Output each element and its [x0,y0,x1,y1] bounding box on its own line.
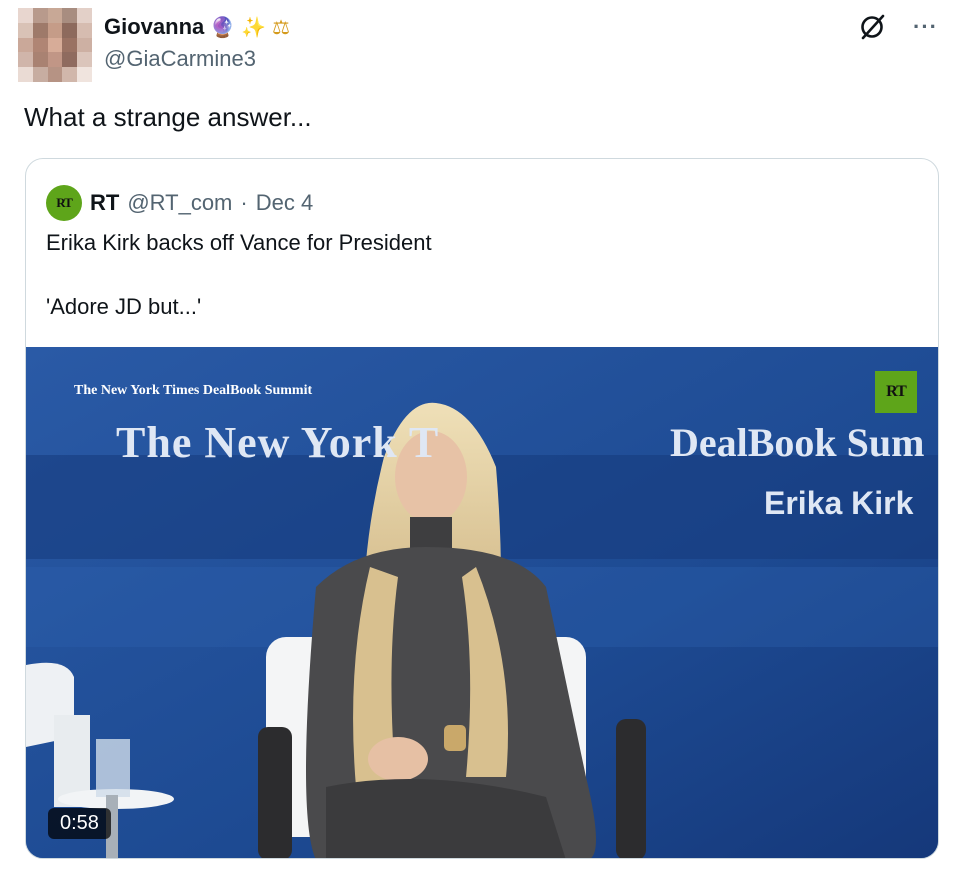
more-icon[interactable]: ··· [913,14,938,40]
rt-avatar[interactable]: RT [46,185,82,221]
quote-author-name[interactable]: RT [90,190,119,216]
quote-header: RT RT @RT_com · Dec 4 [46,185,313,221]
sparkles-emoji: ✨ [241,15,267,39]
tweet-text: What a strange answer... [24,102,312,132]
author-handle[interactable]: @GiaCarmine3 [104,46,290,72]
quote-text: Erika Kirk backs off Vance for President… [46,227,432,355]
quote-separator: · [240,190,248,215]
quote-author-handle[interactable]: @RT_com [127,190,232,216]
speaker-name: Erika Kirk [764,485,914,521]
avatar[interactable] [18,8,92,82]
quote-line-1: Erika Kirk backs off Vance for President [46,230,432,255]
rt-logo: RT [875,371,917,413]
video-player[interactable]: The New York Times DealBook Summit The N… [26,347,938,858]
grok-icon[interactable] [857,12,887,42]
video-duration: 0:58 [48,808,111,839]
scales-emoji: ⚖ [272,15,290,39]
banner-large-right: DealBook Sum [670,420,925,465]
banner-large-left: The New York T [116,418,440,467]
banner-small-text: The New York Times DealBook Summit [74,383,313,398]
tweet-actions: ··· [857,12,938,42]
crystal-ball-emoji: 🔮 [210,15,236,39]
author-block: Giovanna 🔮 ✨ ⚖ @GiaCarmine3 [104,12,290,72]
quoted-tweet[interactable]: RT RT @RT_com · Dec 4 Erika Kirk backs o… [25,158,939,859]
quote-date[interactable]: Dec 4 [256,190,313,216]
author-name[interactable]: Giovanna [104,14,204,40]
quote-line-2: 'Adore JD but...' [46,294,202,319]
